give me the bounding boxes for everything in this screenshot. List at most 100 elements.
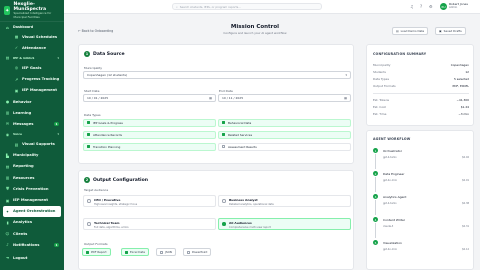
audience-option-technical[interactable]: Technical Team Full data, algorithms, err…: [83, 218, 216, 230]
sidebar-item-crisis-prevention[interactable]: ⛨ Crisis Prevention: [0, 183, 64, 194]
search-input[interactable]: ⌕ Search students, IEPs, or program repor…: [172, 3, 322, 10]
step-number: 1: [84, 51, 90, 57]
checkbox-icon: [86, 250, 89, 254]
audience-option-ceo[interactable]: CEO / Executive High-level insights, stra…: [83, 195, 216, 207]
sidebar-item-resources[interactable]: ▥ Resources: [0, 172, 64, 183]
chevron-down-icon: ▾: [345, 73, 347, 77]
settings-icon[interactable]: ⚙: [429, 4, 433, 9]
workflow-step[interactable]: 4 Content Writer claude-3 $0.31: [373, 217, 469, 239]
sidebar-item-municipality[interactable]: ▙ Municipality: [0, 150, 64, 161]
save-icon: ▣: [439, 29, 442, 33]
building-icon: ▙: [6, 152, 9, 158]
audience-option-all[interactable]: All Audiences Comprehensive multi-view re…: [218, 218, 351, 230]
user-role: Admin: [449, 6, 458, 10]
checkbox-icon: [87, 121, 90, 125]
check-icon: ✓: [14, 45, 19, 51]
sidebar-item-learning[interactable]: ▥ Learning: [0, 107, 64, 118]
sidebar-item-agent-orchestration[interactable]: ✦ Agent Orchestration: [3, 205, 61, 217]
help-icon[interactable]: ?: [420, 4, 422, 9]
audience-option-analyst[interactable]: Business Analyst Detailed analytics, oper…: [218, 195, 351, 207]
clipboard-icon: ▣: [5, 197, 10, 203]
format-powerpoint[interactable]: PowerPoint: [183, 248, 212, 256]
sidebar-item-dashboard[interactable]: ⌂ Dashboard: [0, 23, 64, 31]
saved-drafts-button[interactable]: ▣ Saved Drafts: [435, 27, 466, 35]
workflow-title: AGENT WORKFLOW: [373, 137, 411, 141]
search-icon: ⌕: [176, 4, 178, 9]
output-formats-label: Output Formats: [84, 242, 108, 246]
sidebar-item-visual-schedules[interactable]: ▦ Visual Schedules: [0, 31, 64, 42]
radio-icon: [222, 199, 226, 203]
sidebar-item-logout[interactable]: ⇥ Logout: [0, 252, 64, 263]
page-title: Mission Control: [230, 24, 280, 30]
agent-workflow-card: AGENT WORKFLOW 1 Orchestrator gpt-4-turbo $…: [366, 130, 474, 270]
format-pdf[interactable]: PDF Report: [82, 248, 111, 256]
avatar[interactable]: RU: [440, 3, 447, 10]
sidebar-item-attendance[interactable]: ✓ Attendance: [0, 42, 64, 53]
sidebar-item-behavior[interactable]: ● Behavior: [0, 96, 64, 107]
sidebar-item-iep-management-main[interactable]: ▣ IEP Management: [0, 194, 64, 205]
report-icon: ▤: [5, 163, 10, 169]
calendar-icon: ▦: [209, 96, 212, 100]
calendar-icon: ▦: [14, 34, 19, 40]
sidebar-item-iep-management[interactable]: ▣ IEP Management: [0, 85, 64, 96]
divider: [373, 93, 469, 94]
home-icon: ⌂: [6, 24, 9, 30]
sidebar-item-reporting[interactable]: ▤ Reporting: [0, 161, 64, 172]
book-icon: ▥: [5, 110, 10, 116]
summary-row: Municipality Copenhagen: [373, 63, 469, 67]
data-type-checkbox[interactable]: IEP Goals & Progress: [83, 119, 216, 127]
brain-icon: ●: [5, 99, 10, 105]
workflow-step[interactable]: 5 Visualization gpt-4o-mini $0.12: [373, 240, 469, 262]
sidebar-nav: ⌂ Dashboard ▦ Visual Schedules ✓ Attendance…: [0, 22, 64, 265]
users-icon: ☺: [5, 231, 10, 237]
start-date-label: Start Date: [84, 89, 100, 93]
checkbox-icon: [160, 250, 163, 254]
format-json[interactable]: JSON: [156, 248, 176, 256]
radio-icon: [87, 222, 91, 226]
load-demo-button[interactable]: ▤ Load Demo Data: [392, 27, 429, 35]
user-menu[interactable]: Robert Jones Admin: [449, 2, 468, 10]
end-date-input[interactable]: 10 / 11 / 2025 ▦: [218, 94, 351, 102]
sidebar-item-messages[interactable]: ✉ Messages 1: [0, 118, 64, 129]
sidebar-item-progress-tracking[interactable]: ↗ Progress Tracking: [0, 74, 64, 85]
radio-icon: [222, 222, 226, 226]
sparkle-icon: ✦: [5, 208, 10, 214]
folder-icon: ▤: [5, 55, 10, 61]
start-date-input[interactable]: 10 / 01 / 2025 ▦: [83, 94, 216, 102]
sidebar-item-iep-goals[interactable]: ◎ IEP Goals: [0, 62, 64, 73]
sidebar-item-clients[interactable]: ☺ Clients: [0, 228, 64, 239]
target-audience-label: Target Audience: [84, 188, 109, 192]
workflow-step[interactable]: 2 Data Engineer gpt-4o-mini $0.01: [373, 171, 469, 193]
municipality-select[interactable]: Copenhagen (12 students) ▾: [83, 71, 351, 79]
data-type-checkbox[interactable]: Related Services: [218, 131, 351, 139]
sidebar-item-notifications[interactable]: ♪ Notifications 1: [0, 239, 64, 250]
brand-logo-icon: ✦: [4, 6, 11, 15]
checkbox-icon: [222, 145, 225, 149]
checkbox-icon: [222, 121, 225, 125]
brand[interactable]: ✦ Nexglie-MuniSpectra Specialized Intell…: [0, 0, 64, 22]
data-type-checkbox[interactable]: Assessment Results: [218, 143, 351, 151]
chevron-down-icon: ▾: [57, 55, 59, 60]
format-excel[interactable]: Excel Data: [121, 248, 149, 256]
back-link[interactable]: ← Back to Onboarding: [78, 29, 113, 33]
brand-subtitle: Specialized Intelligence for Municipal F…: [13, 11, 52, 19]
workflow-step[interactable]: 1 Orchestrator gpt-4-turbo $0.02: [373, 148, 469, 170]
sidebar-item-analytics[interactable]: ▮ Analytics: [0, 217, 64, 228]
end-date-label: End Date: [219, 89, 233, 93]
summary-row: Est. Tokens ~41,300: [373, 98, 469, 102]
summary-row: Est. Time ~3 min: [373, 112, 469, 116]
data-type-checkbox[interactable]: Behavioral Data: [218, 119, 351, 127]
sidebar-section-iep[interactable]: ▤ IEP & GOALS ▾: [0, 53, 64, 62]
data-type-checkbox[interactable]: Transition Planning: [83, 143, 216, 151]
checkbox-icon: [222, 133, 225, 137]
checkbox-icon: [187, 250, 190, 254]
shield-icon: ⛨: [6, 186, 9, 192]
data-type-checkbox[interactable]: Attendance Records: [83, 131, 216, 139]
library-icon: ▥: [5, 175, 10, 181]
summary-row: Est. Cost $1.24: [373, 105, 469, 109]
sidebar-section-voice[interactable]: ◉ Voice ▾: [0, 130, 64, 139]
workflow-step[interactable]: 3 Analytics Agent gpt-4-turbo $0.38: [373, 194, 469, 216]
bell-icon[interactable]: ♫: [410, 4, 414, 9]
sidebar-item-visual-supports[interactable]: ▧ Visual Supports: [0, 139, 64, 150]
summary-row: Data Types 5 selected: [373, 77, 469, 81]
